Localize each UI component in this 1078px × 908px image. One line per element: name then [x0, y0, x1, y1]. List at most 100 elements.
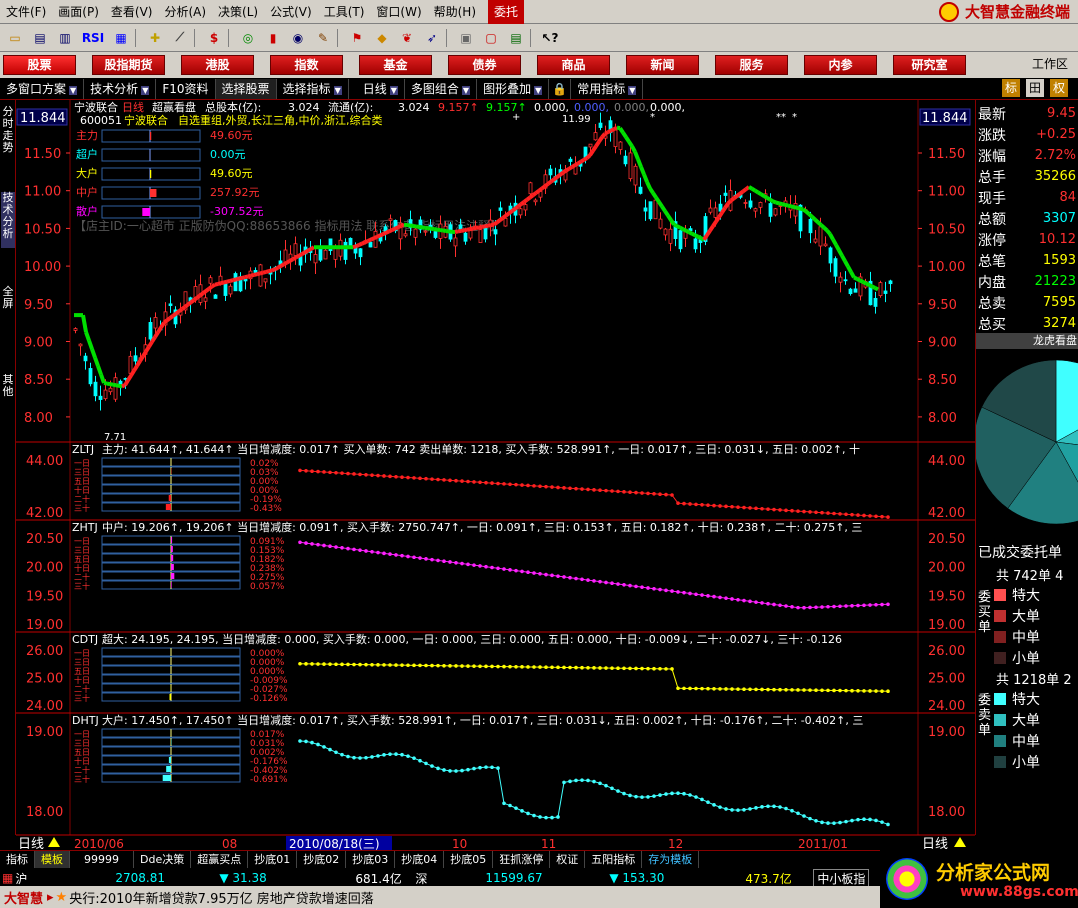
nav-commodities[interactable]: 商品 [537, 55, 610, 75]
nav-insider[interactable]: 内参 [804, 55, 877, 75]
news-brand[interactable]: 大智慧 [4, 888, 43, 907]
tab-99999[interactable]: 99999 [70, 851, 134, 868]
row-value: 0.057% [250, 582, 285, 592]
overlay-dropdown[interactable]: 图形叠加 [477, 78, 550, 99]
ad-banner[interactable]: 分析家公式网 www.88gs.com [880, 850, 1078, 908]
tab-warrant[interactable]: 权证 [550, 851, 586, 868]
kline-icon[interactable]: ▥ [54, 28, 76, 48]
leaf-icon[interactable]: ❦ [396, 28, 418, 48]
menu-decision[interactable]: 决策(L) [212, 0, 264, 24]
tab-bottom04[interactable]: 抄底04 [395, 851, 445, 868]
up-arrow-icon[interactable] [48, 837, 60, 847]
panel-axis-tick: 19.50 [928, 589, 965, 604]
nav-bonds[interactable]: 债券 [448, 55, 521, 75]
news-headline[interactable]: 央行:2010年新增贷款7.95万亿 房地产贷款增速回落 [69, 888, 374, 907]
trend-segment [364, 239, 369, 245]
stock-name: 宁波联合 [74, 100, 118, 114]
menu-window[interactable]: 窗口(W) [370, 0, 427, 24]
trend-segment [177, 307, 184, 313]
chart-area[interactable]: 宁波联合 日线 超赢看盘 总股本(亿): 3.024 流通(亿): 3.024 … [0, 100, 975, 850]
tab-bottom05[interactable]: 抄底05 [444, 851, 494, 868]
mark-button[interactable]: 标 [1002, 79, 1020, 97]
nav-funds[interactable]: 基金 [359, 55, 432, 75]
menu-formula[interactable]: 公式(V) [264, 0, 318, 24]
multi-window-dropdown[interactable]: 多窗口方案 [0, 78, 85, 99]
entrust-button[interactable]: 委托 [488, 0, 525, 24]
window-icon[interactable]: ▢ [480, 28, 502, 48]
tab-limit-up[interactable]: 狂抓涨停 [493, 851, 551, 868]
menu-view[interactable]: 查看(V) [105, 0, 159, 24]
multi-chart-dropdown[interactable]: 多图组合 [405, 78, 478, 99]
sme-tag[interactable]: 中小板指 [813, 868, 870, 888]
trend-segment [750, 187, 757, 193]
pen-icon[interactable]: ✎ [312, 28, 334, 48]
nav-index[interactable]: 指数 [270, 55, 343, 75]
tab-bottom03[interactable]: 抄底03 [346, 851, 396, 868]
open-folder-icon[interactable]: ▭ [4, 28, 26, 48]
trend-segment [648, 187, 655, 195]
nav-index-futures[interactable]: 股指期货 [92, 55, 165, 75]
tab-indicator[interactable]: 指标 [0, 851, 35, 868]
candle-body [848, 288, 853, 295]
menu-analysis[interactable]: 分析(A) [158, 0, 212, 24]
nav-research[interactable]: 研究室 [893, 55, 966, 75]
sh-label[interactable]: 沪 [15, 870, 95, 887]
menu-tools[interactable]: 工具(T) [318, 0, 371, 24]
up-arrow-icon[interactable] [954, 837, 966, 847]
bird-icon[interactable]: ➶ [421, 28, 443, 48]
rsi-button[interactable]: RSI [79, 28, 107, 48]
grid-icon[interactable]: ▦ [110, 28, 132, 48]
tab-bottom01[interactable]: 抄底01 [248, 851, 298, 868]
lock-icon[interactable]: 🔒 [549, 78, 572, 99]
trend-segment [463, 227, 468, 233]
flag-icon[interactable]: ⚑ [346, 28, 368, 48]
ruler-icon[interactable]: ⟋ [169, 28, 191, 48]
clipboard-icon[interactable]: ▣ [455, 28, 477, 48]
select-indicator-dropdown[interactable]: 选择指标 [277, 78, 349, 99]
candle-body [493, 229, 498, 235]
glasses-icon[interactable]: ◎ [237, 28, 259, 48]
trend-segment [400, 222, 405, 228]
select-stock-button[interactable]: 选择股票 [215, 78, 277, 99]
nav-hk-stocks[interactable]: 港股 [181, 55, 254, 75]
nav-service[interactable]: 服务 [715, 55, 788, 75]
trend-segment [271, 267, 276, 273]
period-dropdown[interactable]: 日线 [349, 78, 405, 99]
trend-segment [495, 218, 502, 224]
workarea-label[interactable]: 工作区 [1032, 55, 1068, 72]
rights-button[interactable]: 权 [1050, 79, 1068, 97]
sz-label[interactable]: 深 [415, 870, 465, 887]
menu-help[interactable]: 帮助(H) [428, 0, 482, 24]
f10-button[interactable]: F10资料 [156, 78, 216, 99]
tab-dde[interactable]: Dde决策 [134, 851, 192, 868]
grid-layout-button[interactable]: 田 [1026, 79, 1044, 97]
bars-icon[interactable]: ▮ [262, 28, 284, 48]
diamond-icon[interactable]: ◆ [371, 28, 393, 48]
help-pointer-icon[interactable]: ↖? [539, 28, 561, 48]
menu-bar: 文件(F) 画面(P) 查看(V) 分析(A) 决策(L) 公式(V) 工具(T… [0, 0, 1078, 24]
menu-file[interactable]: 文件(F) [0, 0, 52, 24]
menu-screen[interactable]: 画面(P) [52, 0, 105, 24]
tab-bottom02[interactable]: 抄底02 [297, 851, 347, 868]
trend-segment [513, 204, 520, 211]
x-tick: 2011/01 [798, 837, 848, 850]
nav-news[interactable]: 新闻 [626, 55, 699, 75]
dollar-icon[interactable]: $ [203, 28, 225, 48]
panel-axis-tick: 19.00 [26, 725, 63, 740]
books-icon[interactable]: ▤ [505, 28, 527, 48]
quote-value: 1593 [1042, 253, 1076, 268]
trend-segment [286, 259, 291, 265]
tab-template[interactable]: 模板 [35, 851, 70, 868]
common-indicators-dropdown[interactable]: 常用指标 [571, 78, 644, 99]
tab-buy-point[interactable]: 超赢买点 [191, 851, 249, 868]
tab-five-yang[interactable]: 五阳指标 [585, 851, 643, 868]
tab-save-template[interactable]: 存为模板 [642, 851, 700, 868]
trend-segment [778, 201, 783, 206]
row-bar-fill [171, 573, 175, 579]
crosshair-icon[interactable]: ✚ [144, 28, 166, 48]
binoculars-icon[interactable]: ◉ [287, 28, 309, 48]
nav-stocks[interactable]: 股票 [3, 55, 76, 75]
trend-segment [591, 145, 598, 152]
chart-icon[interactable]: ▤ [29, 28, 51, 48]
tech-analysis-dropdown[interactable]: 技术分析 [84, 78, 157, 99]
